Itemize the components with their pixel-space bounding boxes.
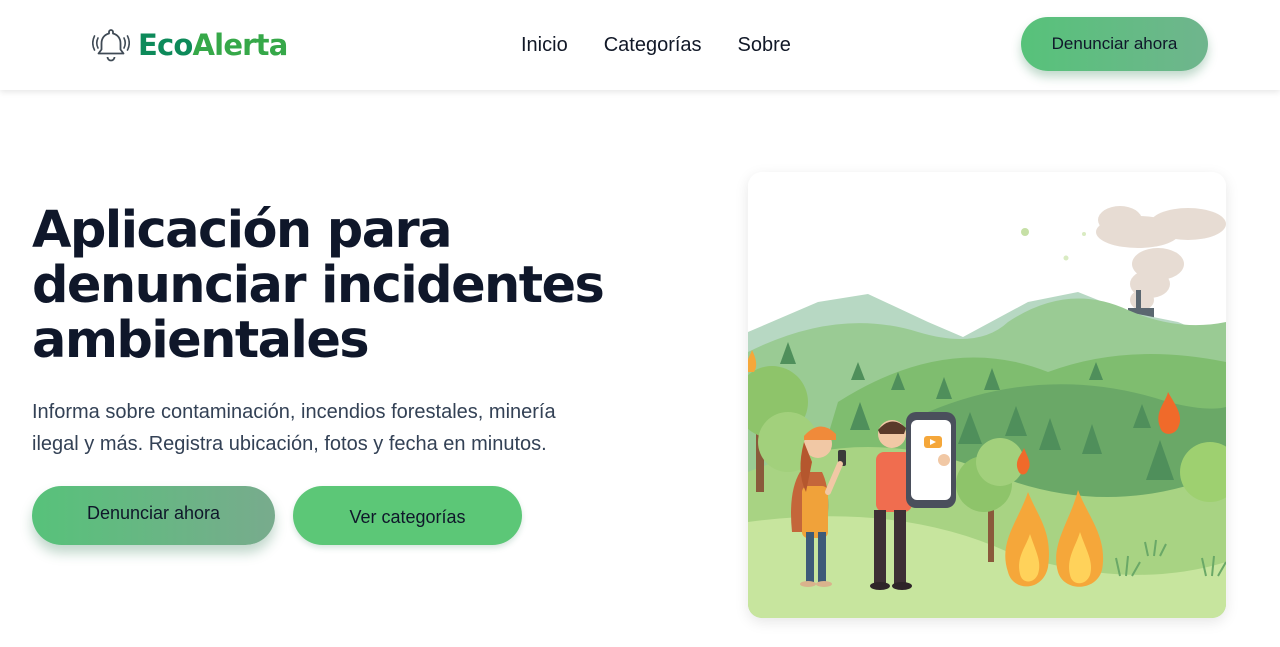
brand-logo[interactable]: EcoAlerta	[92, 26, 288, 64]
nav-item-inicio[interactable]: Inicio	[521, 32, 568, 58]
brand-name-alerta: Alerta	[192, 28, 289, 62]
site-header: EcoAlerta Inicio Categorías Sobre Denunc…	[0, 0, 1280, 90]
hero-subtitle: Informa sobre contaminación, incendios f…	[32, 401, 556, 455]
header-report-button[interactable]: Denunciar ahora	[1021, 17, 1208, 71]
brand-name-eco: Eco	[138, 28, 193, 62]
hero-illustration-card	[748, 172, 1226, 618]
brand-name: EcoAlerta	[138, 28, 288, 62]
report-now-button[interactable]: Denunciar ahora	[32, 486, 275, 545]
main-nav: Inicio Categorías Sobre	[521, 32, 791, 58]
nav-item-sobre[interactable]: Sobre	[738, 32, 791, 58]
view-categories-button[interactable]: Ver categorías	[293, 486, 522, 545]
environment-report-illustration	[748, 172, 1226, 618]
hero-title: Aplicación para denunciar incidentes amb…	[32, 201, 605, 370]
nav-item-categorias[interactable]: Categorías	[604, 32, 702, 58]
bell-alert-icon	[92, 29, 130, 62]
